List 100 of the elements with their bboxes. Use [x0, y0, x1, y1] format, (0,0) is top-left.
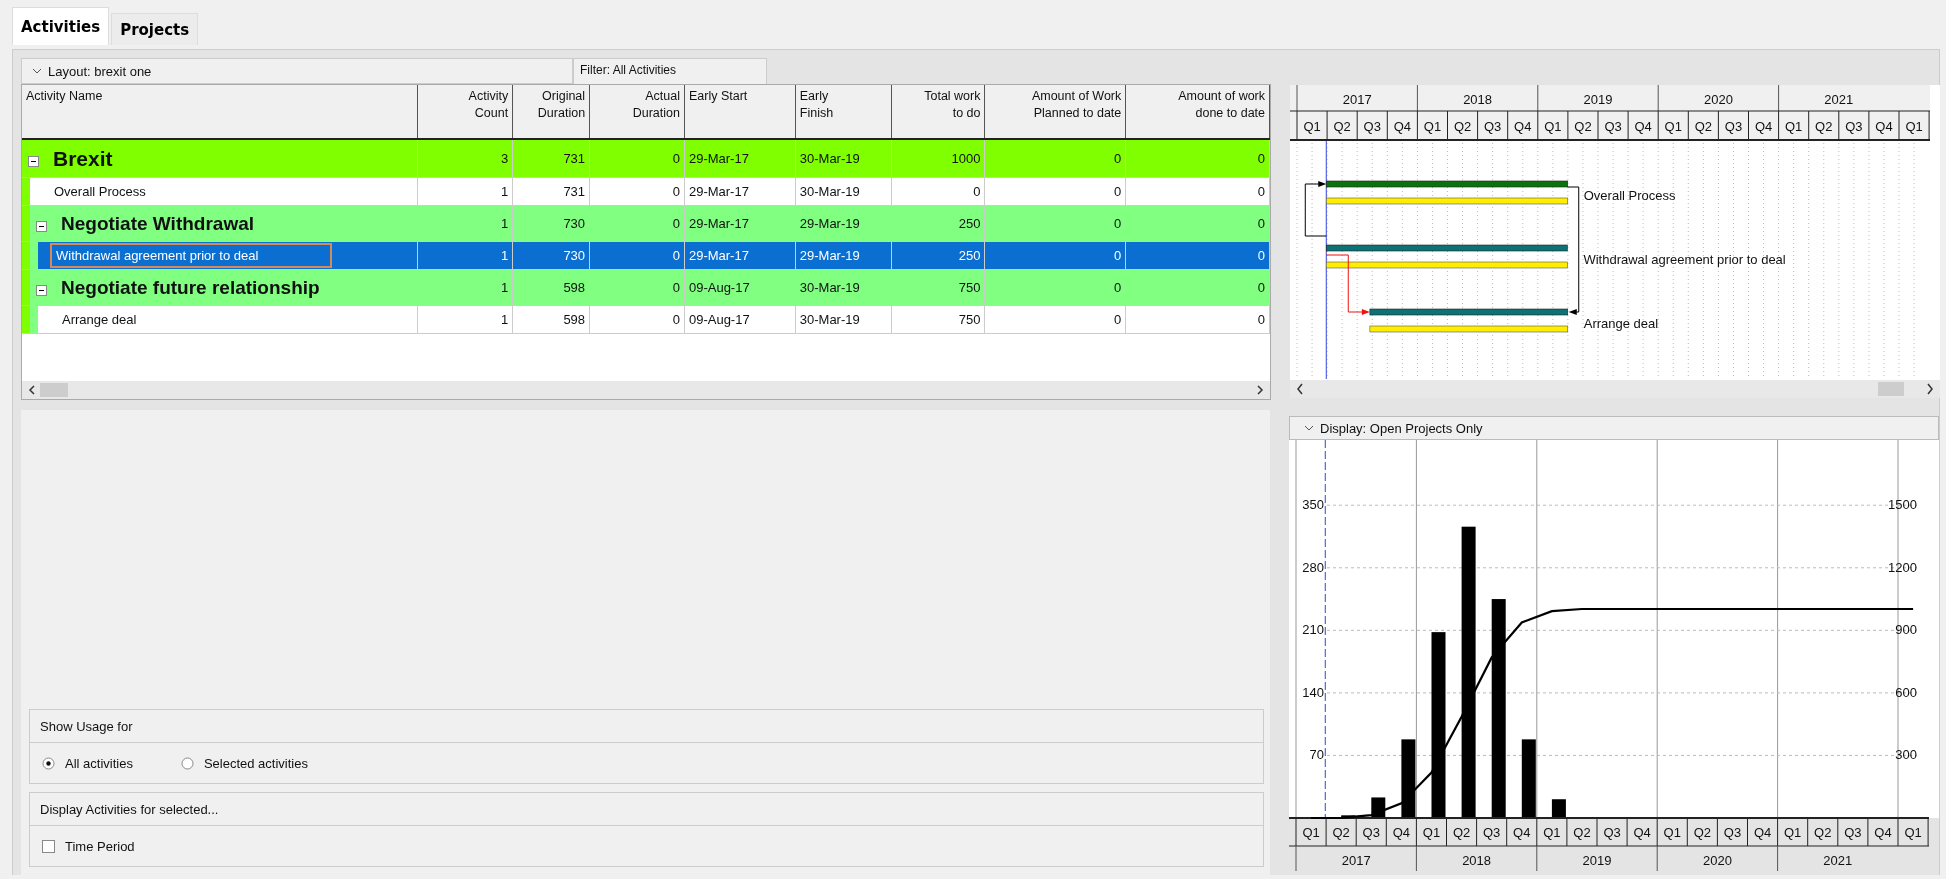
table-cell: 0 — [891, 178, 986, 205]
column-header[interactable]: Activity Name — [22, 85, 419, 138]
table-cell: 29-Mar-19 — [795, 242, 892, 269]
collapse-icon[interactable] — [36, 285, 47, 296]
quarter-label: Q3 — [1362, 825, 1380, 840]
table-cell: 0 — [1126, 206, 1271, 241]
column-header[interactable]: Total work to do — [891, 85, 986, 138]
radio-label[interactable]: Selected activities — [203, 755, 308, 771]
quarter-label: Q2 — [1333, 119, 1351, 134]
scroll-left-icon[interactable] — [28, 385, 36, 395]
table-cell: 29-Mar-19 — [795, 206, 892, 241]
bar-label: Withdrawal agreement prior to deal — [1583, 252, 1786, 267]
radio-button[interactable] — [180, 756, 194, 770]
quarter-label: Q1 — [1544, 119, 1562, 134]
quarter-label: Q1 — [1422, 825, 1441, 840]
group-title: Display Activities for selected... — [30, 793, 1263, 826]
y-axis-label: 900 — [1895, 622, 1917, 638]
activity-row[interactable]: Arrange deal 1 598 0 09-Aug-17 30-Mar-19 750 0 0 — [22, 306, 1270, 334]
scroll-right-icon[interactable] — [1256, 385, 1264, 395]
column-header[interactable]: Early Start — [684, 85, 796, 138]
column-header[interactable]: Activity Count — [418, 85, 514, 138]
scrollbar-thumb[interactable] — [1878, 382, 1904, 396]
collapse-icon[interactable] — [36, 221, 47, 232]
year-label: 2018 — [1463, 92, 1493, 107]
scroll-left-icon[interactable] — [1297, 383, 1303, 395]
scrollbar-thumb[interactable] — [40, 383, 68, 397]
year-label: 2021 — [1824, 92, 1854, 107]
quarter-label: Q2 — [1453, 119, 1472, 134]
y-axis-label: 1500 — [1888, 497, 1917, 513]
quarter-label: Q4 — [1754, 119, 1773, 134]
table-cell: 30-Mar-19 — [795, 270, 892, 305]
checkbox[interactable] — [42, 839, 55, 853]
quarter-label: Q3 — [1723, 825, 1742, 840]
activity-row[interactable]: Overall Process 1 731 0 29-Mar-17 30-Mar-19 0 0 0 — [22, 178, 1270, 206]
wbs-row[interactable]: Brexit 3 731 0 29-Mar-17 30-Mar-19 1000 0 0 — [22, 140, 1270, 178]
radio-label[interactable]: All activities — [65, 755, 133, 771]
quarter-label: Q1 — [1905, 119, 1923, 134]
quarter-label: Q3 — [1363, 119, 1381, 134]
year-label: 2019 — [1583, 92, 1613, 107]
scroll-right-icon[interactable] — [1927, 383, 1933, 395]
quarter-label: Q1 — [1543, 825, 1561, 840]
wbs-name: Negotiate future relationship — [61, 276, 320, 299]
y-axis-label: 600 — [1895, 684, 1917, 700]
group-title: Show Usage for — [30, 710, 1263, 743]
chevron-down-icon — [1304, 425, 1314, 431]
quarter-label: Q4 — [1633, 825, 1651, 840]
layout-selector[interactable]: Layout: brexit one — [21, 58, 573, 84]
wbs-row[interactable]: Negotiate Withdrawal 1 730 0 29-Mar-17 29-Mar-19 250 0 0 — [22, 206, 1270, 242]
column-header[interactable]: Early Finish — [795, 85, 892, 138]
quarter-label: Q1 — [1785, 119, 1803, 134]
quarter-label: Q3 — [1604, 119, 1622, 134]
quarter-label: Q4 — [1513, 825, 1531, 840]
year-label: 2019 — [1582, 853, 1612, 868]
horizontal-scrollbar[interactable] — [22, 381, 1270, 399]
relationship-line — [1325, 254, 1370, 315]
table-cell: 730 — [513, 206, 591, 241]
column-header[interactable]: Amount of work done to date — [1126, 85, 1271, 138]
table-cell: 750 — [891, 270, 986, 305]
activity-bar[interactable] — [1326, 244, 1568, 252]
table-cell: 731 — [513, 178, 591, 205]
radio-selected[interactable] — [42, 756, 55, 770]
activity-bar[interactable] — [1369, 308, 1569, 316]
tab[interactable]: Activities — [12, 7, 110, 45]
table-cell: 1000 — [891, 140, 986, 177]
display-selector[interactable]: Display: Open Projects Only — [1289, 416, 1939, 440]
filter-label[interactable]: Filter: All Activities — [573, 58, 767, 84]
checkbox-label[interactable]: Time Period — [65, 838, 135, 854]
table-cell: 0 — [985, 242, 1127, 269]
layout-label: Layout: brexit one — [48, 63, 152, 79]
table-cell: 3 — [418, 140, 514, 177]
collapse-icon[interactable] — [28, 156, 39, 167]
wbs-row[interactable]: Negotiate future relationship 1 598 0 09-Aug-17 30-Mar-19 750 0 0 — [22, 270, 1270, 306]
table-cell: 598 — [513, 306, 591, 333]
quarter-label: Q2 — [1815, 119, 1833, 134]
tab[interactable]: Projects — [111, 13, 199, 45]
quarter-label: Q3 — [1724, 119, 1743, 134]
table-cell: 0 — [985, 270, 1127, 305]
table-cell: 1 — [418, 178, 514, 205]
quarter-label: Q2 — [1332, 825, 1350, 840]
y-axis-label: 300 — [1895, 747, 1917, 763]
table-cell: 750 — [891, 306, 986, 333]
activity-bar[interactable] — [1326, 180, 1569, 188]
quarter-label: Q2 — [1452, 825, 1471, 840]
quarter-label: Q2 — [1574, 119, 1592, 134]
quarter-label: Q4 — [1514, 119, 1532, 134]
column-header[interactable]: Actual Duration — [590, 85, 685, 138]
table-cell: 0 — [590, 140, 685, 177]
activity-name: Arrange deal — [61, 311, 138, 329]
table-cell: 30-Mar-19 — [795, 178, 892, 205]
table-cell: 250 — [891, 242, 986, 269]
year-label: 2017 — [1341, 853, 1371, 868]
quarter-label: Q3 — [1483, 825, 1501, 840]
activity-row[interactable]: Withdrawal agreement prior to deal 1 730 0 29-Mar-17 29-Mar-19 250 0 0 — [22, 242, 1270, 270]
activity-name: Overall Process — [53, 183, 147, 201]
column-header[interactable]: Amount of Work Planned to date — [985, 85, 1127, 138]
year-label: 2020 — [1703, 92, 1733, 107]
quarter-label: Q2 — [1694, 119, 1712, 134]
table-cell: 0 — [590, 178, 685, 205]
quarter-label: Q4 — [1753, 825, 1772, 840]
column-header[interactable]: Original Duration — [513, 85, 591, 138]
